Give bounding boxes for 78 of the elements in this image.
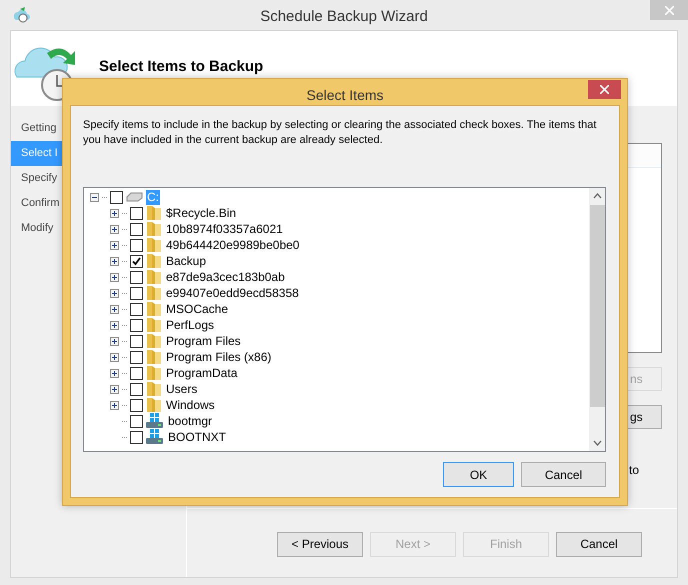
scrollbar[interactable] xyxy=(589,188,605,451)
expand-icon[interactable] xyxy=(110,320,119,330)
tree-item[interactable]: Backup xyxy=(165,254,208,268)
page-heading: Select Items to Backup xyxy=(99,58,264,76)
checkbox[interactable] xyxy=(130,318,143,332)
expand-icon[interactable] xyxy=(110,208,119,218)
expand-icon[interactable] xyxy=(110,256,119,266)
tree-item[interactable]: 10b8974f03357a6021 xyxy=(165,222,284,236)
tree-item[interactable]: BOOTNXT xyxy=(167,430,228,444)
checkbox[interactable] xyxy=(130,206,143,220)
tree-item[interactable]: e99407e0edd9ecd58358 xyxy=(165,286,300,300)
checkbox[interactable] xyxy=(110,190,123,204)
tree-item[interactable]: MSOCache xyxy=(165,302,230,316)
expand-icon[interactable] xyxy=(110,288,119,298)
checkbox[interactable] xyxy=(130,366,143,380)
checkbox[interactable] xyxy=(130,398,143,412)
dialog-title: Select Items xyxy=(305,86,385,105)
expand-icon[interactable] xyxy=(110,272,119,282)
folder-icon xyxy=(146,397,162,413)
instruction-text: Specify items to include in the backup by selecting or clearing the associated check boxes. The items that you have included in the current backup are already selected. xyxy=(83,118,598,148)
checkbox[interactable] xyxy=(130,382,143,396)
window-title: Schedule Backup Wizard xyxy=(259,7,429,27)
expand-icon[interactable] xyxy=(110,224,119,234)
expand-icon[interactable] xyxy=(110,352,119,362)
system-file-icon xyxy=(146,413,164,429)
folder-icon xyxy=(146,365,162,381)
close-icon xyxy=(600,85,609,94)
checkbox[interactable] xyxy=(130,414,143,428)
checkbox[interactable] xyxy=(130,302,143,316)
expand-icon[interactable] xyxy=(110,384,119,394)
folder-icon xyxy=(146,221,162,237)
folder-icon xyxy=(146,381,162,397)
checkbox[interactable] xyxy=(130,334,143,348)
partial-button[interactable]: gs xyxy=(628,405,662,429)
nav-button[interactable]: < Previous xyxy=(277,532,363,556)
list-box[interactable] xyxy=(628,143,662,353)
folder-icon xyxy=(146,285,162,301)
checkbox[interactable] xyxy=(130,254,143,268)
folder-icon xyxy=(146,237,162,253)
expand-icon[interactable] xyxy=(110,336,119,346)
system-file-icon xyxy=(146,429,164,445)
tree-item[interactable]: ProgramData xyxy=(165,366,238,380)
dialog-button[interactable]: OK xyxy=(443,462,514,487)
folder-icon xyxy=(146,205,162,221)
tree-item[interactable]: e87de9a3cec183b0ab xyxy=(165,270,286,284)
checkbox[interactable] xyxy=(130,238,143,252)
folder-icon xyxy=(146,253,162,269)
tree-item[interactable]: PerfLogs xyxy=(165,318,216,332)
checkbox[interactable] xyxy=(130,350,143,364)
folder-icon xyxy=(146,269,162,285)
tree-item[interactable]: 49b644420e9989be0be0 xyxy=(165,238,300,252)
folder-icon xyxy=(146,301,162,317)
close-button[interactable] xyxy=(588,80,621,99)
partial-text: to xyxy=(628,462,640,479)
dialog-button[interactable]: Cancel xyxy=(521,462,606,487)
checkbox[interactable] xyxy=(130,430,143,444)
collapse-icon[interactable] xyxy=(90,192,99,202)
tree-item[interactable]: Program Files xyxy=(165,334,242,348)
folder-icon xyxy=(146,333,162,349)
checkbox[interactable] xyxy=(130,222,143,236)
expand-icon[interactable] xyxy=(110,304,119,314)
tree-item[interactable]: Windows xyxy=(165,398,216,412)
tree-item[interactable]: $Recycle.Bin xyxy=(165,206,238,220)
checkbox[interactable] xyxy=(130,270,143,284)
close-icon xyxy=(664,6,674,14)
expand-icon[interactable] xyxy=(110,368,119,378)
nav-button[interactable]: Cancel xyxy=(556,532,642,556)
checkbox[interactable] xyxy=(130,286,143,300)
drive-icon xyxy=(126,192,143,202)
expand-icon[interactable] xyxy=(110,400,119,410)
scrollbar-thumb[interactable] xyxy=(590,205,604,407)
folder-icon xyxy=(146,317,162,333)
folder-icon xyxy=(146,349,162,365)
tree-item[interactable]: Users xyxy=(165,382,198,396)
expand-icon[interactable] xyxy=(110,240,119,250)
tree-item[interactable]: bootmgr xyxy=(167,414,214,428)
cloud-clock-icon xyxy=(12,6,30,24)
tree-item[interactable]: Program Files (x86) xyxy=(165,350,272,364)
